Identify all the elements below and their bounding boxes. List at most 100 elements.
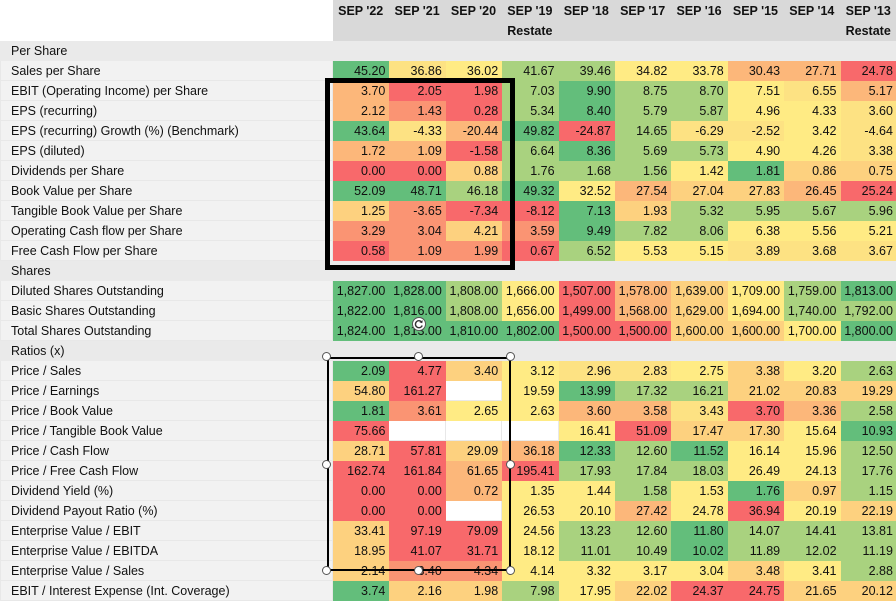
value-cell[interactable]: 5.87 bbox=[670, 100, 728, 121]
value-cell[interactable]: 8.40 bbox=[557, 100, 615, 121]
value-cell[interactable]: 1.76 bbox=[501, 160, 559, 181]
value-cell[interactable]: 17.84 bbox=[613, 460, 672, 481]
value-cell[interactable]: 2.12 bbox=[331, 100, 390, 121]
value-cell[interactable]: 8.06 bbox=[670, 220, 728, 241]
value-cell[interactable]: 22.02 bbox=[613, 580, 672, 601]
value-cell[interactable]: 27.83 bbox=[726, 180, 785, 201]
value-cell[interactable]: 24.78 bbox=[670, 500, 728, 521]
value-cell[interactable]: 36.94 bbox=[726, 500, 785, 521]
value-cell[interactable]: 5.67 bbox=[783, 200, 841, 221]
value-cell[interactable]: 3.38 bbox=[839, 140, 896, 161]
value-cell[interactable]: 17.30 bbox=[726, 420, 785, 441]
value-cell[interactable]: 1.98 bbox=[444, 80, 503, 101]
value-cell[interactable]: 27.71 bbox=[783, 60, 841, 81]
value-cell[interactable]: 1,694.00 bbox=[726, 300, 785, 321]
value-cell[interactable]: 1,808.00 bbox=[444, 300, 503, 321]
value-cell[interactable]: 2.05 bbox=[388, 80, 446, 101]
value-cell[interactable]: 1.81 bbox=[726, 160, 785, 181]
value-cell[interactable]: 10.02 bbox=[670, 540, 728, 561]
value-cell[interactable]: -2.52 bbox=[726, 120, 785, 141]
value-cell[interactable]: 17.32 bbox=[613, 380, 672, 401]
value-cell[interactable]: 12.60 bbox=[613, 440, 672, 461]
value-cell[interactable]: 1,499.00 bbox=[557, 300, 615, 321]
value-cell[interactable]: 1.68 bbox=[557, 160, 615, 181]
value-cell[interactable]: 0.97 bbox=[783, 480, 841, 501]
resize-handle-left[interactable] bbox=[322, 460, 331, 469]
value-cell[interactable]: -4.33 bbox=[388, 120, 446, 141]
value-cell[interactable]: 14.41 bbox=[783, 520, 841, 541]
value-cell[interactable]: 0.00 bbox=[331, 160, 390, 181]
value-cell[interactable]: 27.04 bbox=[670, 180, 728, 201]
value-cell[interactable]: 10.49 bbox=[613, 540, 672, 561]
value-cell[interactable]: 3.70 bbox=[331, 80, 390, 101]
value-cell[interactable]: 0.75 bbox=[839, 160, 896, 181]
value-cell[interactable]: 4.33 bbox=[783, 100, 841, 121]
value-cell[interactable]: 36.02 bbox=[444, 60, 503, 81]
value-cell[interactable]: 3.59 bbox=[501, 220, 559, 241]
value-cell[interactable]: 1,700.00 bbox=[783, 320, 841, 341]
value-cell[interactable]: 16.14 bbox=[726, 440, 785, 461]
value-cell[interactable]: 6.64 bbox=[501, 140, 559, 161]
value-cell[interactable]: 1,759.00 bbox=[783, 280, 841, 301]
value-cell[interactable]: 12.02 bbox=[783, 540, 841, 561]
value-cell[interactable]: 4.96 bbox=[726, 100, 785, 121]
value-cell[interactable]: -3.65 bbox=[388, 200, 446, 221]
value-cell[interactable]: 2.88 bbox=[839, 560, 896, 581]
value-cell[interactable]: 1.25 bbox=[331, 200, 390, 221]
value-cell[interactable]: 1,740.00 bbox=[783, 300, 841, 321]
value-cell[interactable]: 3.60 bbox=[839, 100, 896, 121]
value-cell[interactable]: 27.42 bbox=[613, 500, 672, 521]
resize-handle-bottom-right[interactable] bbox=[506, 566, 515, 575]
value-cell[interactable]: 1,808.00 bbox=[444, 280, 503, 301]
value-cell[interactable]: 1.15 bbox=[839, 480, 896, 501]
value-cell[interactable]: 3.60 bbox=[557, 400, 615, 421]
value-cell[interactable]: 1,709.00 bbox=[726, 280, 785, 301]
value-cell[interactable]: 36.86 bbox=[388, 60, 446, 81]
value-cell[interactable]: 0.28 bbox=[444, 100, 503, 121]
value-cell[interactable]: 2.96 bbox=[557, 360, 615, 381]
value-cell[interactable]: 1,824.00 bbox=[331, 320, 390, 341]
value-cell[interactable]: 1,578.00 bbox=[613, 280, 672, 301]
value-cell[interactable]: 2.16 bbox=[388, 580, 446, 601]
resize-handle-bottom[interactable] bbox=[414, 566, 423, 575]
value-cell[interactable]: 3.29 bbox=[331, 220, 390, 241]
value-cell[interactable]: 1,792.00 bbox=[839, 300, 896, 321]
value-cell[interactable]: 46.18 bbox=[444, 180, 503, 201]
value-cell[interactable]: 49.32 bbox=[501, 180, 559, 201]
value-cell[interactable]: 3.41 bbox=[783, 560, 841, 581]
resize-handle-right[interactable] bbox=[506, 460, 515, 469]
value-cell[interactable]: 5.34 bbox=[501, 100, 559, 121]
value-cell[interactable]: 17.95 bbox=[557, 580, 615, 601]
value-cell[interactable]: 34.82 bbox=[613, 60, 672, 81]
value-cell[interactable]: 7.98 bbox=[501, 580, 559, 601]
value-cell[interactable]: 1.56 bbox=[613, 160, 672, 181]
value-cell[interactable]: 19.29 bbox=[839, 380, 896, 401]
value-cell[interactable]: 5.96 bbox=[839, 200, 896, 221]
value-cell[interactable]: 24.37 bbox=[670, 580, 728, 601]
value-cell[interactable]: 1.53 bbox=[670, 480, 728, 501]
value-cell[interactable]: 39.46 bbox=[557, 60, 615, 81]
value-cell[interactable]: 3.58 bbox=[613, 400, 672, 421]
value-cell[interactable]: -24.87 bbox=[557, 120, 615, 141]
value-cell[interactable]: 1,800.00 bbox=[839, 320, 896, 341]
value-cell[interactable]: -8.12 bbox=[501, 200, 559, 221]
value-cell[interactable]: 5.15 bbox=[670, 240, 728, 261]
value-cell[interactable]: 48.71 bbox=[388, 180, 446, 201]
value-cell[interactable]: 1.72 bbox=[331, 140, 390, 161]
value-cell[interactable]: 5.32 bbox=[670, 200, 728, 221]
value-cell[interactable]: 0.67 bbox=[501, 240, 559, 261]
value-cell[interactable]: 0.00 bbox=[388, 160, 446, 181]
value-cell[interactable]: 1.44 bbox=[557, 480, 615, 501]
value-cell[interactable]: 12.50 bbox=[839, 440, 896, 461]
value-cell[interactable]: 5.79 bbox=[613, 100, 672, 121]
value-cell[interactable]: 6.55 bbox=[783, 80, 841, 101]
value-cell[interactable]: 22.19 bbox=[839, 500, 896, 521]
value-cell[interactable]: 7.82 bbox=[613, 220, 672, 241]
value-cell[interactable]: 4.26 bbox=[783, 140, 841, 161]
value-cell[interactable]: 8.75 bbox=[613, 80, 672, 101]
value-cell[interactable]: 1.76 bbox=[726, 480, 785, 501]
value-cell[interactable]: 30.43 bbox=[726, 60, 785, 81]
value-cell[interactable]: 1.09 bbox=[388, 140, 446, 161]
value-cell[interactable]: 1.93 bbox=[613, 200, 672, 221]
value-cell[interactable]: 17.47 bbox=[670, 420, 728, 441]
